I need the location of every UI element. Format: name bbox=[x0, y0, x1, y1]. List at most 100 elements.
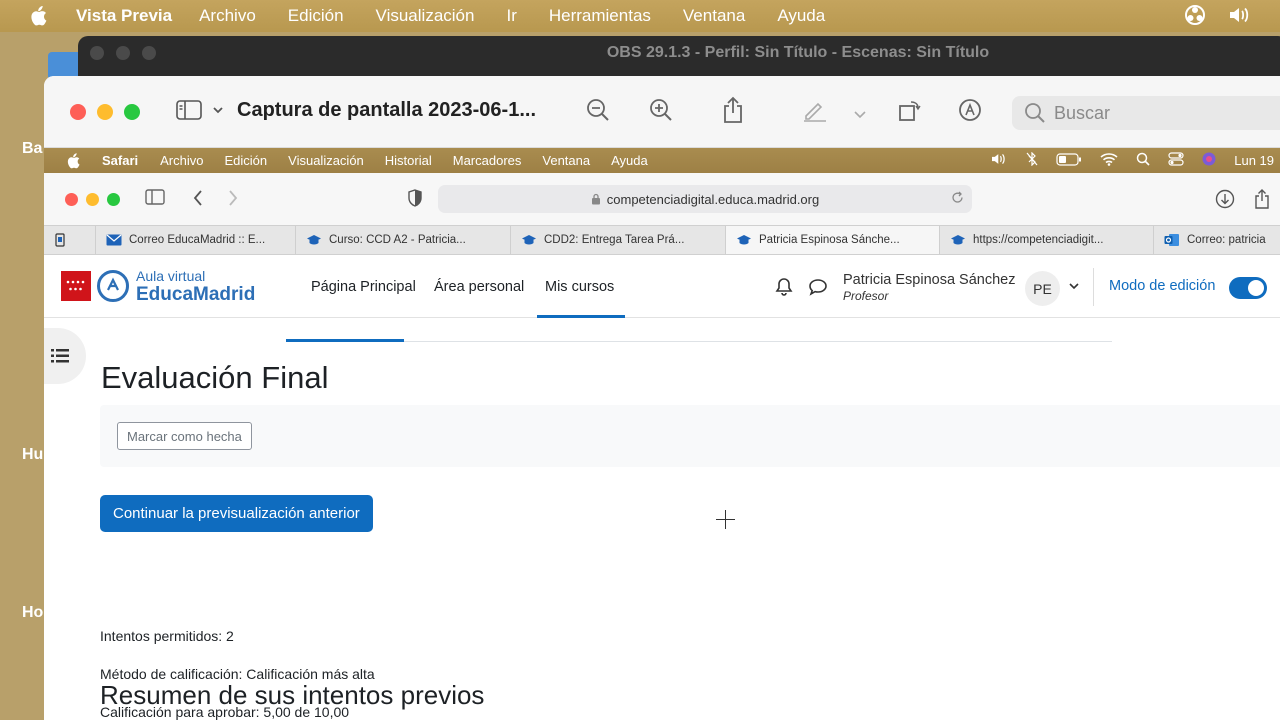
sidebar-toggle-button[interactable] bbox=[176, 100, 224, 120]
bluetooth-off-icon bbox=[1026, 151, 1038, 169]
control-center-icon bbox=[1168, 152, 1184, 169]
inner-menu-item: Visualización bbox=[288, 153, 364, 168]
tab-label: Correo: patricia bbox=[1187, 234, 1266, 246]
menu-app-vista-previa[interactable]: Vista Previa bbox=[76, 6, 172, 26]
volume-icon bbox=[990, 152, 1008, 169]
pinned-tab-icon bbox=[55, 233, 65, 247]
main-content: Evaluación Final Marcar como hecha Conti… bbox=[44, 318, 1280, 720]
lock-icon bbox=[591, 193, 600, 205]
inner-menu-item: Historial bbox=[384, 153, 432, 168]
apple-menu-icon[interactable] bbox=[0, 6, 76, 26]
summary-section-title: Resumen de sus intentos previos bbox=[100, 680, 485, 710]
browser-tab: Correo EducaMadrid :: E... bbox=[96, 226, 296, 254]
course-index-toggle-button[interactable] bbox=[44, 328, 86, 384]
edit-mode-label[interactable]: Modo de edición bbox=[1109, 278, 1215, 294]
volume-icon[interactable] bbox=[1228, 4, 1252, 26]
obs-window-title: OBS 29.1.3 - Perfil: Sin Título - Escena… bbox=[606, 44, 990, 61]
share-icon bbox=[1254, 189, 1270, 214]
close-window-button[interactable] bbox=[70, 104, 86, 120]
menu-ventana[interactable]: Ventana bbox=[683, 6, 745, 26]
zoom-in-icon[interactable] bbox=[649, 98, 673, 128]
zoom-out-icon[interactable] bbox=[586, 98, 610, 128]
sidebar-icon bbox=[176, 100, 202, 120]
edit-mode-toggle[interactable] bbox=[1229, 277, 1267, 299]
browser-tab: https://competenciadigit... bbox=[940, 226, 1154, 254]
site-navbar: Aula virtual EducaMadrid Página Principa… bbox=[44, 256, 1280, 318]
page-title: Evaluación Final bbox=[101, 360, 329, 395]
share-icon[interactable] bbox=[722, 96, 744, 130]
avatar[interactable]: PE bbox=[1025, 271, 1060, 306]
mail-icon bbox=[106, 234, 122, 246]
list-icon bbox=[51, 349, 69, 363]
logo-title[interactable]: EducaMadrid bbox=[136, 284, 255, 306]
address-bar: competenciadigital.educa.madrid.org bbox=[438, 185, 972, 213]
back-icon bbox=[192, 189, 204, 212]
minimize-window-button bbox=[86, 193, 99, 206]
close-window-button bbox=[65, 193, 78, 206]
graduation-cap-icon bbox=[522, 235, 536, 245]
comunidad-madrid-logo bbox=[61, 271, 91, 301]
menu-herramientas[interactable]: Herramientas bbox=[549, 6, 651, 26]
chevron-down-icon[interactable] bbox=[1068, 278, 1080, 298]
downloads-icon bbox=[1215, 189, 1235, 214]
messages-icon[interactable] bbox=[808, 277, 828, 302]
logo-subtitle[interactable]: Aula virtual bbox=[136, 268, 205, 284]
user-name[interactable]: Patricia Espinosa Sánchez bbox=[843, 272, 1016, 288]
nav-area-personal[interactable]: Área personal bbox=[434, 279, 524, 295]
search-field[interactable]: Buscar bbox=[1012, 96, 1280, 130]
markup-pen-icon[interactable] bbox=[802, 98, 828, 128]
inner-menu-item: Edición bbox=[224, 153, 268, 168]
menu-edicion[interactable]: Edición bbox=[288, 6, 344, 26]
crosshair-cursor-icon bbox=[716, 510, 735, 529]
browser-tab: CDD2: Entrega Tarea Prá... bbox=[511, 226, 726, 254]
nav-pagina-principal[interactable]: Página Principal bbox=[311, 279, 416, 295]
graduation-cap-icon bbox=[307, 235, 321, 245]
pinned-tab bbox=[44, 226, 96, 254]
tab-label: Curso: CCD A2 - Patricia... bbox=[329, 234, 466, 246]
document-title: Captura de pantalla 2023-06-1... bbox=[237, 99, 537, 121]
inner-menu-item: Archivo bbox=[160, 153, 204, 168]
menu-visualizacion[interactable]: Visualización bbox=[376, 6, 475, 26]
zoom-window-button bbox=[107, 193, 120, 206]
markup-icon[interactable] bbox=[958, 98, 982, 128]
tab-label: Correo EducaMadrid :: E... bbox=[129, 234, 266, 246]
minimize-window-button[interactable] bbox=[97, 104, 113, 120]
tab-label: CDD2: Entrega Tarea Prá... bbox=[544, 234, 685, 246]
safari-window-controls bbox=[65, 193, 120, 206]
secondary-nav-border bbox=[286, 341, 1112, 342]
url-text: competenciadigital.educa.madrid.org bbox=[606, 191, 820, 207]
tab-label: Patricia Espinosa Sánche... bbox=[759, 234, 900, 246]
mark-as-done-button[interactable]: Marcar como hecha bbox=[117, 422, 252, 450]
rotate-icon[interactable] bbox=[897, 98, 923, 128]
browser-tab-active: Patricia Espinosa Sánche... bbox=[726, 226, 940, 254]
search-placeholder: Buscar bbox=[1054, 102, 1111, 123]
graduation-cap-icon bbox=[951, 235, 965, 245]
inner-menu-item: Ayuda bbox=[611, 153, 648, 168]
siri-icon bbox=[1202, 152, 1216, 169]
continue-preview-button[interactable]: Continuar la previsualización anterior bbox=[100, 495, 373, 532]
chevron-down-icon bbox=[213, 107, 223, 114]
chevron-down-icon[interactable] bbox=[852, 102, 868, 128]
notifications-bell-icon[interactable] bbox=[775, 277, 793, 302]
attempts-allowed: Intentos permitidos: 2 bbox=[100, 628, 234, 644]
inner-menu-item: Marcadores bbox=[452, 153, 522, 168]
wifi-icon bbox=[1100, 152, 1118, 169]
desktop-label: Ba bbox=[22, 140, 43, 157]
zoom-window-button[interactable] bbox=[124, 104, 140, 120]
obs-status-icon[interactable] bbox=[1184, 4, 1206, 26]
menu-archivo[interactable]: Archivo bbox=[199, 6, 256, 26]
menu-ayuda[interactable]: Ayuda bbox=[777, 6, 825, 26]
reload-icon bbox=[951, 191, 964, 207]
browser-tab: Correo: patricia bbox=[1154, 226, 1280, 254]
outer-menubar: Vista Previa Archivo Edición Visualizaci… bbox=[0, 0, 1280, 32]
navbar-divider bbox=[1093, 268, 1094, 306]
desktop-label: Ho bbox=[22, 604, 44, 621]
nav-mis-cursos[interactable]: Mis cursos bbox=[545, 279, 614, 295]
apple-menu-icon bbox=[44, 152, 102, 169]
battery-icon bbox=[1056, 152, 1082, 169]
menu-ir[interactable]: Ir bbox=[506, 6, 516, 26]
search-icon bbox=[1025, 103, 1045, 123]
preview-window-controls bbox=[70, 104, 140, 120]
preview-window: Captura de pantalla 2023-06-1... Buscar bbox=[44, 76, 1280, 720]
preview-toolbar: Captura de pantalla 2023-06-1... Buscar bbox=[44, 76, 1280, 148]
